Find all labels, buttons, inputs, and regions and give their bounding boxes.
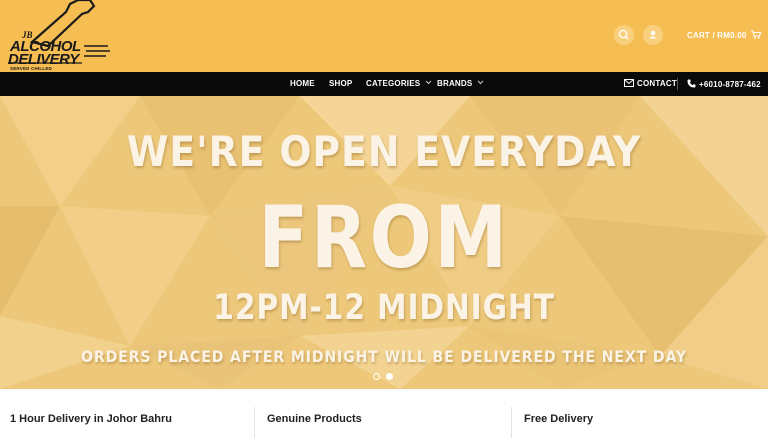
feature-divider	[254, 407, 255, 438]
contact-link[interactable]: CONTACT	[624, 79, 677, 88]
feature-title: Free Delivery	[524, 413, 594, 425]
hero-from-text: FROM	[258, 188, 510, 288]
chevron-down-icon	[425, 80, 432, 85]
search-button[interactable]	[614, 25, 634, 45]
site-header: JB ALCOHOL DELIVERY SERVED CHILLED CART …	[0, 0, 768, 72]
nav-item-brands[interactable]: BRANDS	[437, 79, 484, 88]
feature-title: Genuine Products	[267, 413, 362, 425]
hero-headline: WE'RE OPEN EVERYDAY	[126, 127, 642, 176]
contact-label: CONTACT	[637, 79, 677, 88]
search-icon	[618, 29, 629, 40]
nav-item-categories[interactable]: CATEGORIES	[366, 79, 432, 88]
nav-item-categories-label: CATEGORIES	[366, 79, 421, 88]
envelope-icon	[624, 79, 634, 87]
main-navigation: HOME SHOP CATEGORIES BRANDS CONTACT +601…	[0, 72, 768, 96]
cart-icon	[750, 30, 762, 39]
phone-label: +6010-8787-462	[699, 80, 761, 89]
feature-title: 1 Hour Delivery in Johor Bahru	[10, 413, 172, 425]
phone-link[interactable]: +6010-8787-462	[687, 79, 761, 89]
slider-dot-2[interactable]	[386, 373, 393, 380]
logo-delivery-text: DELIVERY	[8, 51, 79, 68]
account-button[interactable]	[643, 25, 663, 45]
nav-item-brands-label: BRANDS	[437, 79, 473, 88]
site-logo[interactable]: JB ALCOHOL DELIVERY SERVED CHILLED	[4, 0, 112, 72]
logo-tagline: SERVED CHILLED	[10, 66, 52, 71]
slider-dot-1[interactable]	[373, 373, 380, 380]
features-row: 1 Hour Delivery in Johor Bahru Genuine P…	[0, 389, 768, 438]
cart-link[interactable]: CART / RM0.00	[687, 30, 762, 40]
nav-item-shop[interactable]: SHOP	[329, 79, 352, 88]
hero-slider[interactable]: WE'RE OPEN EVERYDAY FROM 12PM-12 MIDNIGH…	[0, 96, 768, 389]
chevron-down-icon	[477, 80, 484, 85]
nav-divider	[677, 78, 678, 90]
cart-label: CART / RM0.00	[687, 31, 747, 40]
hero-hours-text: 12PM-12 MIDNIGHT	[213, 288, 555, 328]
nav-item-home[interactable]: HOME	[290, 79, 315, 88]
hero-notice-text: ORDERS PLACED AFTER MIDNIGHT WILL BE DEL…	[81, 347, 687, 366]
feature-divider	[511, 407, 512, 438]
user-icon	[649, 30, 657, 39]
phone-icon	[687, 79, 696, 88]
